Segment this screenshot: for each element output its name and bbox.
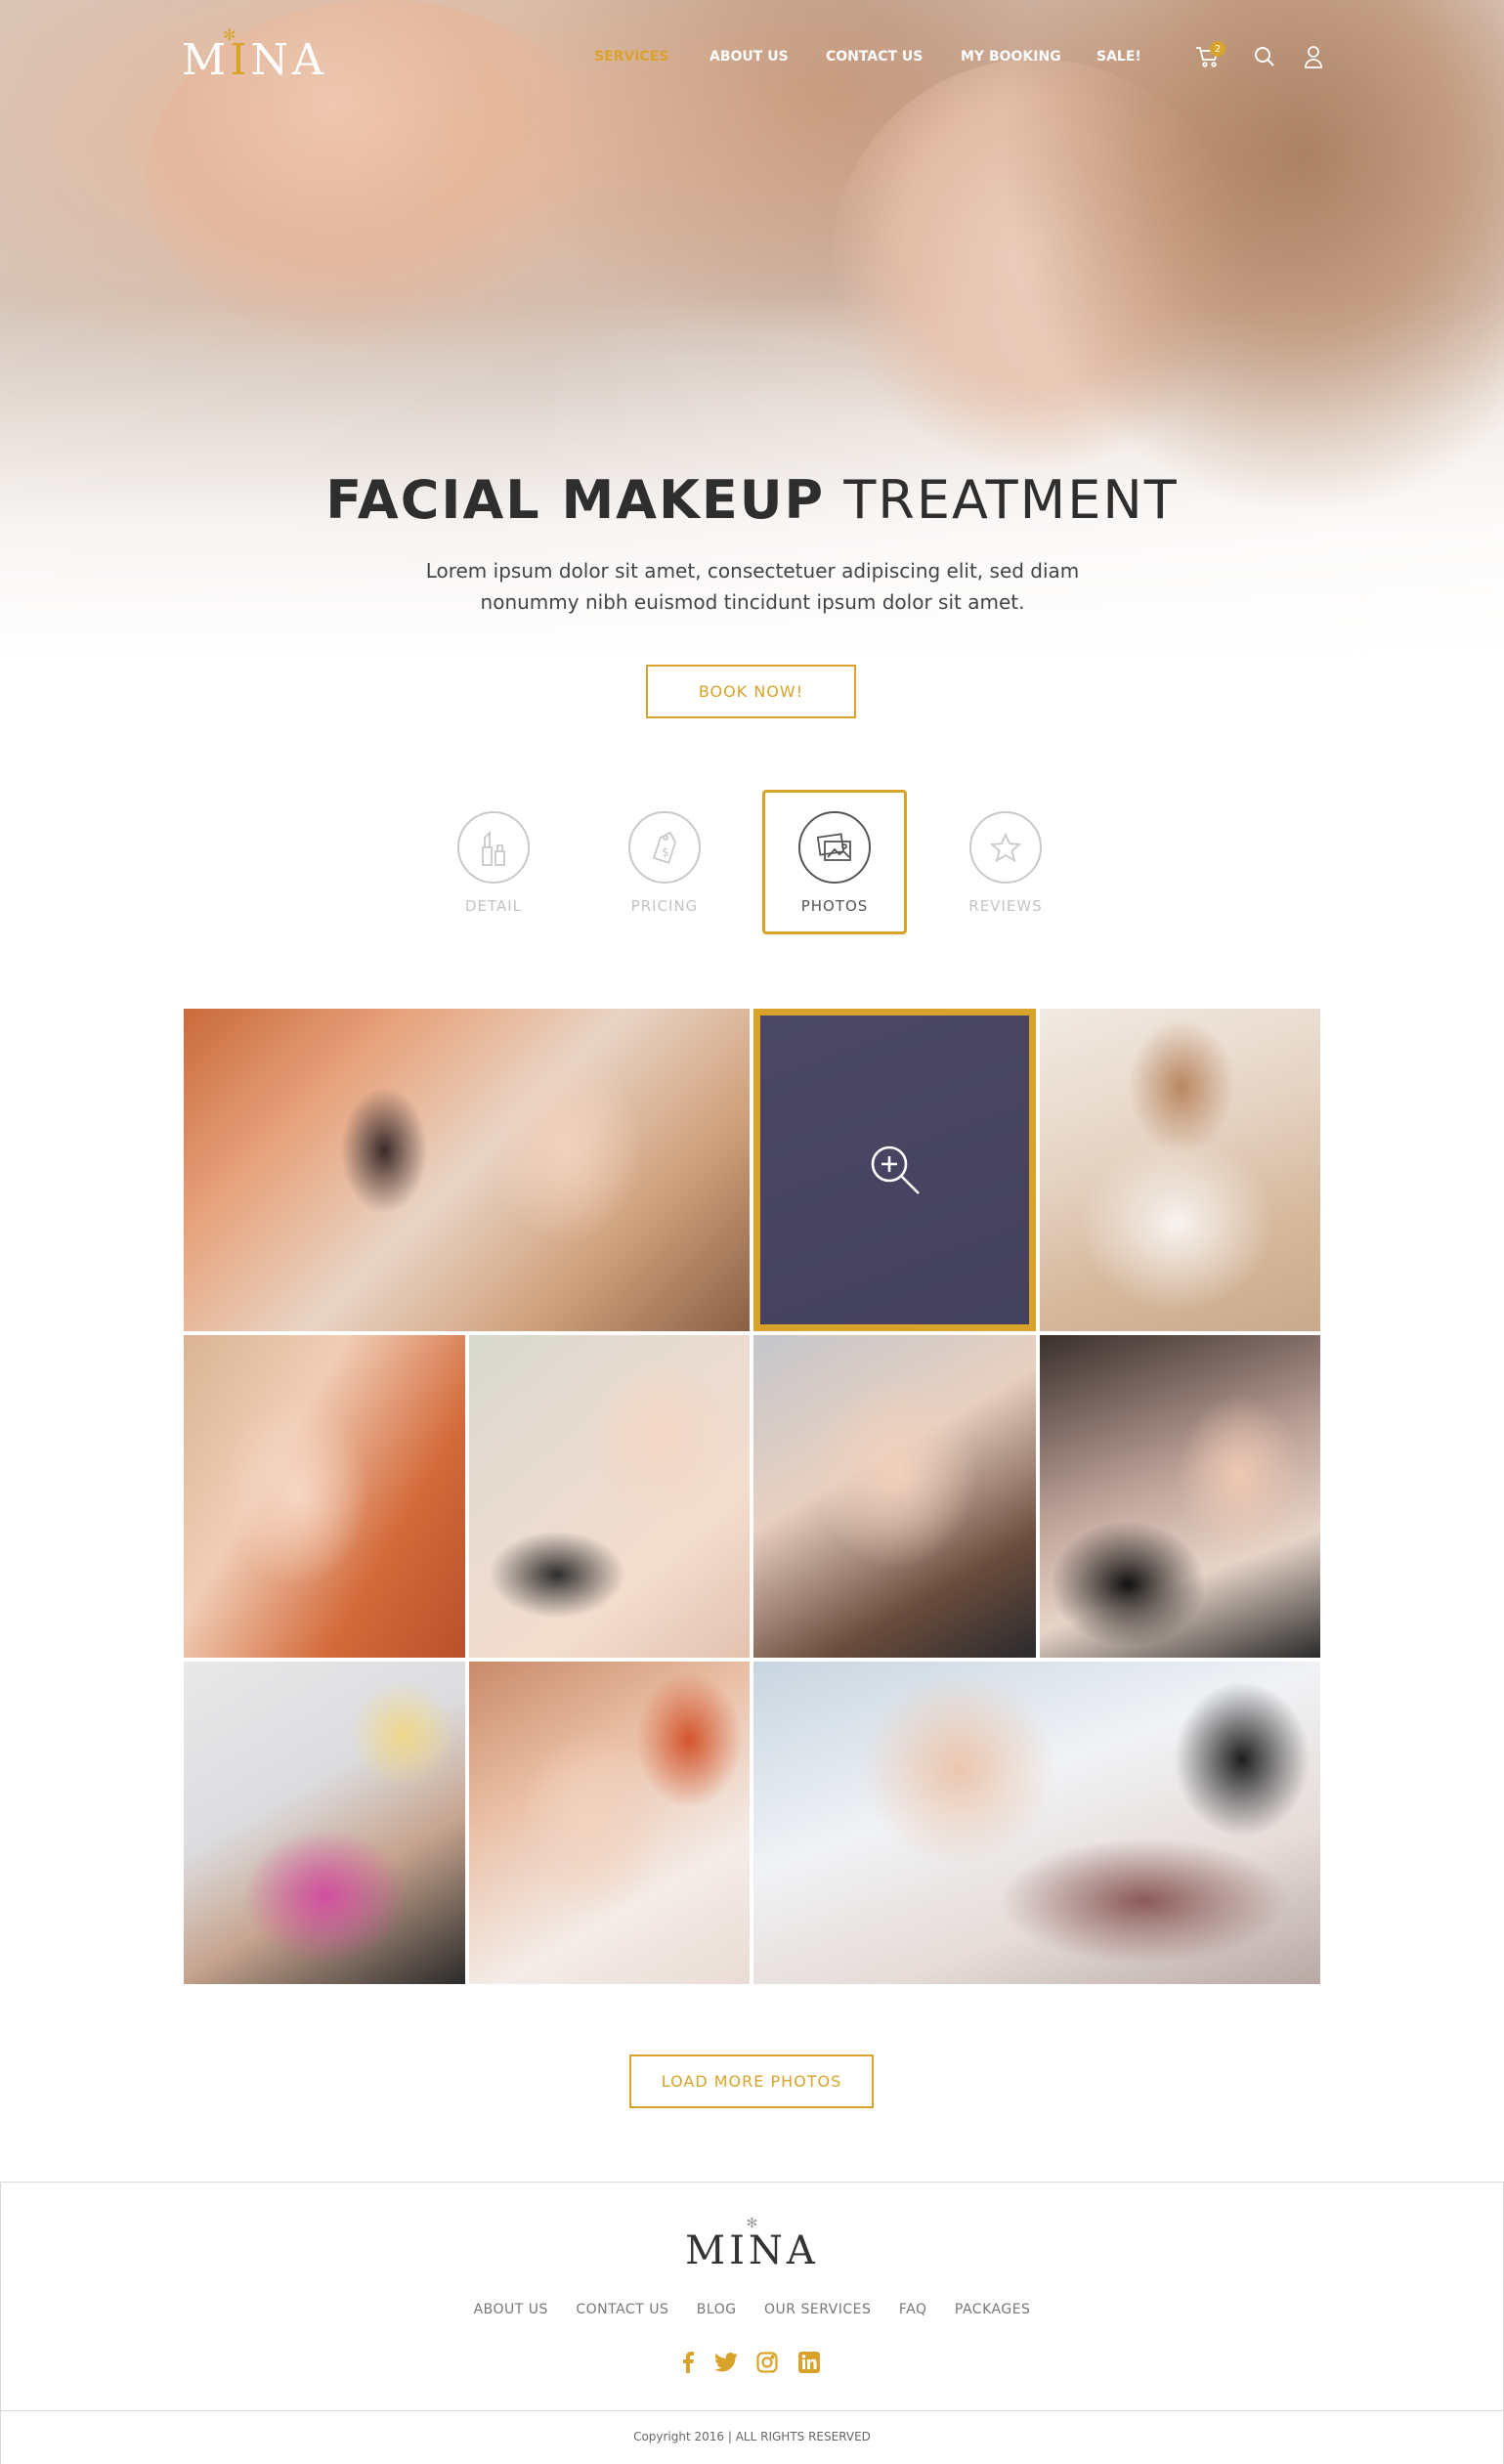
tab-reviews[interactable]: REVIEWS xyxy=(933,790,1078,934)
tab-detail-icon-circle xyxy=(457,811,530,884)
footer-link-our-services[interactable]: OUR SERVICES xyxy=(764,2302,871,2317)
nav-about-us[interactable]: ABOUT US xyxy=(709,49,789,65)
cart-count-badge: 2 xyxy=(1210,41,1225,57)
hero-title-bold: FACIAL MAKEUP xyxy=(325,469,826,531)
gallery-photo-9[interactable] xyxy=(469,1662,750,1984)
hero-subtitle-line-1: Lorem ipsum dolor sit amet, consectetuer… xyxy=(425,559,1080,583)
hero-image-hair xyxy=(1007,0,1504,508)
price-tag-icon: $ xyxy=(652,831,677,864)
tab-detail-label: DETAIL xyxy=(464,897,523,915)
tab-pricing-icon-circle: $ xyxy=(628,811,701,884)
photos-icon xyxy=(817,833,851,861)
lipstick-icon xyxy=(482,830,505,866)
gallery-photo-8[interactable] xyxy=(184,1662,465,1984)
footer-nav: ABOUT US CONTACT US BLOG OUR SERVICES FA… xyxy=(0,2301,1504,2318)
gallery-photo-7[interactable] xyxy=(1040,1335,1320,1658)
tab-photos[interactable]: PHOTOS xyxy=(762,790,907,934)
nav-my-booking[interactable]: MY BOOKING xyxy=(961,49,1061,65)
gallery-photo-3[interactable] xyxy=(1040,1009,1320,1331)
tab-pricing-label: PRICING xyxy=(630,897,699,915)
instagram-icon[interactable] xyxy=(754,2350,780,2375)
gallery-photo-10[interactable] xyxy=(753,1662,1320,1984)
tab-pricing[interactable]: $ PRICING xyxy=(592,790,737,934)
copyright-divider xyxy=(0,2410,1504,2411)
footer-link-blog[interactable]: BLOG xyxy=(697,2302,737,2317)
logo-letters-na: NA xyxy=(250,35,327,85)
facebook-icon[interactable] xyxy=(675,2350,701,2375)
footer-link-faq[interactable]: FAQ xyxy=(899,2302,927,2317)
linkedin-icon[interactable] xyxy=(796,2350,822,2375)
user-icon[interactable] xyxy=(1300,43,1327,70)
logo-letter-i: I xyxy=(230,35,251,85)
star-icon xyxy=(990,832,1021,863)
zoom-in-icon[interactable] xyxy=(868,1143,923,1197)
tab-photos-icon-circle xyxy=(798,811,871,884)
footer-link-packages[interactable]: PACKAGES xyxy=(955,2302,1031,2317)
logo-letter-m: M xyxy=(182,35,231,85)
nav-sale[interactable]: SALE! xyxy=(1096,49,1141,65)
tab-reviews-label: REVIEWS xyxy=(968,897,1043,915)
svg-text:$: $ xyxy=(662,845,669,859)
hero-title: FACIAL MAKEUP TREATMENT xyxy=(0,469,1504,531)
tab-reviews-icon-circle xyxy=(969,811,1042,884)
footer-link-about-us[interactable]: ABOUT US xyxy=(474,2302,548,2317)
twitter-icon[interactable] xyxy=(713,2350,739,2375)
footer-link-contact-us[interactable]: CONTACT US xyxy=(576,2302,668,2317)
load-more-photos-button[interactable]: LOAD MORE PHOTOS xyxy=(629,2054,874,2108)
tab-detail[interactable]: DETAIL xyxy=(421,790,566,934)
copyright-text: Copyright 2016 | ALL RIGHTS RESERVED xyxy=(633,2430,871,2443)
site-logo[interactable]: MINA xyxy=(182,35,327,85)
gallery-photo-1[interactable] xyxy=(184,1009,750,1331)
footer-logo[interactable]: MINA xyxy=(0,2228,1504,2273)
nav-contact-us[interactable]: CONTACT US xyxy=(826,49,923,65)
hero-subtitle-line-2: nonummy nibh euismod tincidunt ipsum dol… xyxy=(480,590,1025,614)
tab-photos-label: PHOTOS xyxy=(800,897,869,915)
gallery-photo-6[interactable] xyxy=(753,1335,1036,1658)
footer-top-divider xyxy=(0,2182,1504,2183)
photo-hover-overlay xyxy=(753,1009,1036,1331)
gallery-photo-5[interactable] xyxy=(469,1335,750,1658)
book-now-button[interactable]: BOOK NOW! xyxy=(646,665,856,718)
nav-services[interactable]: SERVICES xyxy=(594,49,668,65)
gallery-photo-4[interactable] xyxy=(184,1335,465,1658)
hero-title-light: TREATMENT xyxy=(843,469,1179,531)
hero-subtitle: Lorem ipsum dolor sit amet, consectetuer… xyxy=(362,555,1143,618)
search-icon[interactable] xyxy=(1251,43,1278,70)
gallery-photo-2[interactable] xyxy=(753,1009,1036,1331)
